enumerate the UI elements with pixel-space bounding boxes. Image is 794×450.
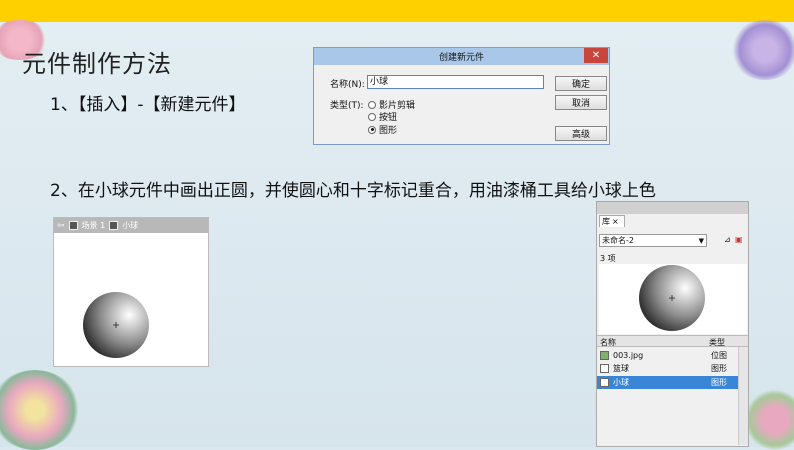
graphic-symbol-icon: [109, 221, 119, 230]
arrow-left-icon[interactable]: ⇦: [57, 221, 65, 231]
flower-decoration-top-right: [730, 20, 794, 80]
top-bar: [0, 0, 794, 22]
column-name-header[interactable]: 名称: [600, 337, 616, 348]
close-icon: ✕: [591, 50, 601, 61]
document-select[interactable]: 未命名-2 ▼: [599, 234, 707, 247]
radio-icon: [368, 100, 376, 109]
symbol-preview: [599, 264, 747, 334]
document-name: 未命名-2: [602, 236, 634, 245]
type-label: 类型(T):: [330, 101, 364, 111]
name-label: 名称(N):: [330, 80, 365, 90]
cancel-button[interactable]: 取消: [555, 95, 607, 110]
library-panel: 库 × 未命名-2 ▼ ⊿ ▣ 3 项 名称 类型 003.jpg 位图 篮球 图形: [596, 201, 749, 447]
pin-icon[interactable]: ⊿: [724, 235, 731, 244]
scene-label[interactable]: 场景 1: [82, 220, 106, 231]
tab-label: 库: [602, 217, 610, 226]
scene-icon: [68, 221, 78, 230]
item-type: 图形: [711, 364, 727, 373]
close-button[interactable]: ✕: [584, 48, 608, 63]
bitmap-icon: [600, 351, 609, 360]
stage-canvas[interactable]: [54, 233, 208, 366]
radio-button[interactable]: 按钮: [368, 110, 397, 123]
advanced-button[interactable]: 高级: [555, 126, 607, 141]
new-library-icon[interactable]: ▣: [735, 235, 743, 244]
step-2-text: 2、在小球元件中画出正圆，并使圆心和十字标记重合，用油漆桶工具给小球上色: [50, 181, 656, 201]
list-item-selected[interactable]: 小球 图形: [597, 376, 738, 389]
edit-bar: ⇦ 场景 1 小球: [54, 218, 208, 233]
symbol-label[interactable]: 小球: [122, 220, 138, 231]
step-1-text: 1、【插入】-【新建元件】: [50, 95, 246, 115]
dialog-title: 创建新元件: [438, 53, 484, 63]
stage-panel: ⇦ 场景 1 小球: [53, 217, 209, 367]
panel-top-bar: [597, 202, 748, 214]
radio-label: 按钮: [379, 113, 398, 123]
item-name: 003.jpg: [613, 351, 644, 360]
create-symbol-dialog: 创建新元件 ✕ 名称(N): 小球 类型(T): 影片剪辑 按钮 图形 确定 取…: [313, 47, 610, 145]
radio-icon: [368, 112, 376, 121]
scrollbar[interactable]: [738, 347, 748, 445]
page-title: 元件制作方法: [22, 50, 172, 78]
column-type-header[interactable]: 类型: [709, 337, 725, 348]
radio-selected-icon: [368, 125, 376, 134]
radio-graphic[interactable]: 图形: [368, 123, 397, 136]
dialog-title-bar: 创建新元件 ✕: [314, 48, 609, 65]
close-icon[interactable]: ×: [612, 217, 619, 226]
radio-label: 图形: [379, 126, 398, 136]
item-count: 3 项: [600, 254, 616, 263]
ok-button[interactable]: 确定: [555, 76, 607, 91]
graphic-symbol-icon: [600, 364, 609, 373]
list-item[interactable]: 篮球 图形: [597, 362, 738, 375]
symbol-name-input[interactable]: 小球: [367, 75, 544, 89]
graphic-symbol-icon: [600, 378, 609, 387]
item-type: 图形: [711, 378, 727, 387]
item-name: 篮球: [613, 364, 629, 373]
chevron-down-icon: ▼: [698, 236, 704, 245]
list-item[interactable]: 003.jpg 位图: [597, 349, 738, 362]
item-type: 位图: [711, 351, 727, 360]
item-name: 小球: [613, 378, 629, 387]
tab-library[interactable]: 库 ×: [599, 215, 625, 227]
library-header: 名称 类型: [597, 335, 748, 347]
